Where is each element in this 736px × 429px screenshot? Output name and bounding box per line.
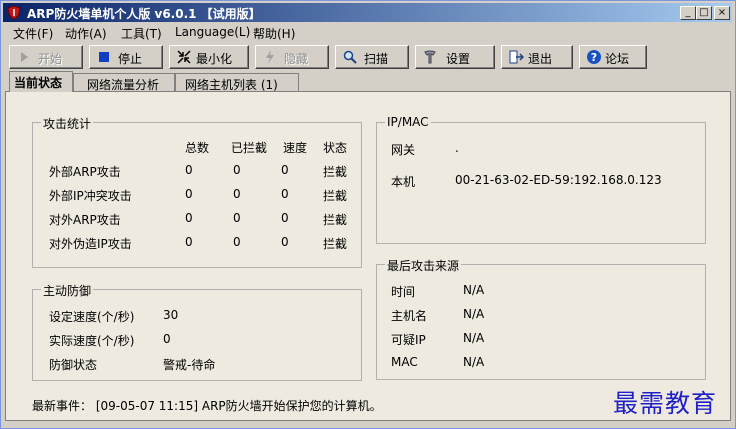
- attack-host-label: 主机名: [391, 309, 428, 323]
- tab-traffic-analysis[interactable]: 网络流量分析: [73, 73, 175, 92]
- row-status: 拦截: [323, 213, 348, 227]
- row-status: 拦截: [323, 165, 348, 179]
- attack-stats-group: 攻击统计 总数 已拦截 速度 状态 外部ARP攻击 0 0 0 拦截 外部IP冲…: [32, 115, 362, 268]
- row-status: 拦截: [323, 189, 348, 203]
- actual-speed-value: 0: [163, 332, 171, 346]
- row-blocked: 0: [233, 187, 241, 201]
- menu-file[interactable]: 文件(F): [13, 25, 53, 42]
- menu-action[interactable]: 动作(A): [65, 25, 107, 42]
- set-speed-value: 30: [163, 308, 179, 322]
- row-blocked: 0: [233, 235, 241, 249]
- tab-strip: 当前状态 网络流量分析 网络主机列表 (1): [3, 71, 732, 92]
- start-button[interactable]: 开始: [9, 45, 83, 69]
- header-total: 总数: [185, 141, 210, 155]
- header-blocked: 已拦截: [231, 141, 268, 155]
- app-window: ARP防火墙单机个人版 v6.0.1 【试用版】 _ □ × 文件(F) 动作(…: [0, 0, 736, 429]
- row-total: 0: [185, 163, 193, 177]
- attack-mac-label: MAC: [391, 355, 418, 369]
- exit-button[interactable]: 退出: [501, 45, 573, 69]
- gateway-label: 网关: [391, 143, 416, 157]
- row-total: 0: [185, 187, 193, 201]
- menu-bar: 文件(F) 动作(A) 工具(T) Language(L) 帮助(H): [3, 23, 732, 42]
- local-value: 00-21-63-02-ED-59:192.168.0.123: [455, 173, 662, 187]
- menu-tools[interactable]: 工具(T): [121, 25, 162, 42]
- shield-icon: [7, 5, 21, 20]
- header-status: 状态: [323, 141, 348, 155]
- menu-help[interactable]: 帮助(H): [253, 25, 295, 42]
- minimize-button[interactable]: _: [680, 6, 696, 20]
- attack-host-value: N/A: [463, 307, 485, 321]
- row-blocked: 0: [233, 163, 241, 177]
- attack-time-label: 时间: [391, 285, 416, 299]
- svg-text:?: ?: [591, 51, 597, 64]
- settings-button[interactable]: 设置: [415, 45, 495, 69]
- row-total: 0: [185, 211, 193, 225]
- attack-stats-title: 攻击统计: [41, 115, 94, 132]
- row-name: 对外伪造IP攻击: [49, 237, 132, 251]
- minimize-arrows-icon: [177, 50, 191, 64]
- attack-ip-label: 可疑IP: [391, 333, 426, 347]
- attack-time-value: N/A: [463, 283, 485, 297]
- stop-icon: [99, 52, 109, 62]
- header-speed: 速度: [283, 141, 308, 155]
- row-total: 0: [185, 235, 193, 249]
- defense-state-label: 防御状态: [49, 358, 98, 372]
- row-name: 外部IP冲突攻击: [49, 189, 132, 203]
- last-attack-title: 最后攻击来源: [385, 257, 462, 274]
- row-speed: 0: [281, 187, 289, 201]
- scan-button[interactable]: 扫描: [335, 45, 409, 69]
- magnifier-icon: [343, 50, 357, 64]
- hide-button[interactable]: 隐藏: [255, 45, 329, 69]
- row-speed: 0: [281, 235, 289, 249]
- row-blocked: 0: [233, 211, 241, 225]
- set-speed-label: 设定速度(个/秒): [49, 310, 135, 324]
- gateway-value: .: [455, 141, 459, 155]
- help-circle-icon: ?: [587, 50, 601, 64]
- wrench-icon: [424, 50, 436, 64]
- status-panel: 攻击统计 总数 已拦截 速度 状态 外部ARP攻击 0 0 0 拦截 外部IP冲…: [5, 91, 731, 421]
- row-speed: 0: [281, 211, 289, 225]
- row-speed: 0: [281, 163, 289, 177]
- row-status: 拦截: [323, 237, 348, 251]
- title-bar[interactable]: ARP防火墙单机个人版 v6.0.1 【试用版】 _ □ ×: [3, 3, 732, 22]
- close-button[interactable]: ×: [714, 6, 730, 20]
- active-defense-title: 主动防御: [41, 282, 94, 299]
- stop-button[interactable]: 停止: [89, 45, 163, 69]
- toolbar: 开始 停止 最小化 隐藏 扫描 设置 退出 ? 论坛: [3, 43, 732, 71]
- window-title: ARP防火墙单机个人版 v6.0.1 【试用版】: [27, 7, 261, 21]
- tab-host-list[interactable]: 网络主机列表 (1): [175, 73, 299, 92]
- ipmac-title: IP/MAC: [385, 115, 431, 129]
- attack-mac-value: N/A: [463, 355, 485, 369]
- ipmac-group: IP/MAC 网关 . 本机 00-21-63-02-ED-59:192.168…: [376, 115, 706, 244]
- row-name: 对外ARP攻击: [49, 213, 121, 227]
- actual-speed-label: 实际速度(个/秒): [49, 334, 135, 348]
- forum-button[interactable]: ? 论坛: [579, 45, 647, 69]
- last-attack-group: 最后攻击来源 时间 N/A 主机名 N/A 可疑IP N/A MAC N/A: [376, 257, 706, 380]
- minimize-tool-button[interactable]: 最小化: [169, 45, 249, 69]
- latest-event: 最新事件： [09-05-07 11:15] ARP防火墙开始保护您的计算机。: [32, 399, 382, 413]
- active-defense-group: 主动防御 设定速度(个/秒) 30 实际速度(个/秒) 0 防御状态 警戒-待命: [32, 282, 362, 381]
- menu-language[interactable]: Language(L): [175, 25, 250, 39]
- local-label: 本机: [391, 175, 416, 189]
- tab-current-status[interactable]: 当前状态: [9, 71, 73, 92]
- exit-door-icon: [509, 50, 524, 64]
- lightning-icon: [266, 50, 274, 64]
- defense-state-value: 警戒-待命: [163, 358, 216, 372]
- maximize-button[interactable]: □: [696, 6, 712, 20]
- play-icon: [21, 52, 28, 62]
- watermark-logo: 最需教育: [613, 389, 718, 418]
- row-name: 外部ARP攻击: [49, 165, 121, 179]
- attack-ip-value: N/A: [463, 331, 485, 345]
